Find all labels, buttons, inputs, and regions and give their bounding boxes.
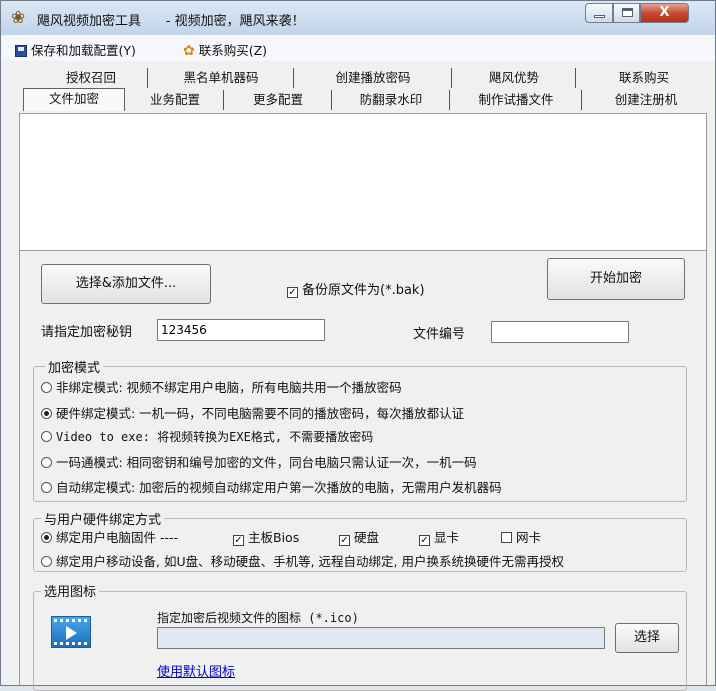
bind-mobile-radio[interactable] [41,556,52,567]
key-input[interactable] [157,319,325,341]
tab-create-keygen[interactable]: 创建注册机 [581,90,710,110]
minimize-icon [594,15,605,18]
gpu-label: 显卡 [434,530,460,545]
check-nic[interactable]: 网卡 [501,527,541,546]
bind-firmware-radio[interactable] [41,532,52,543]
main-window: ❀ 飓风视频加密工具 - 视频加密，飓风来袭！ X 保存和加载配置(Y) ✿ 联系… [0,0,716,691]
check-bios[interactable]: ✓ 主板Bios [233,527,299,546]
tab-file-encrypt[interactable]: 文件加密 [23,88,125,111]
bind-mobile-label: 绑定用户移动设备, 如U盘、移动硬盘、手机等, 远程自动绑定, 用户换系统换硬件… [56,554,564,569]
close-button[interactable]: X [640,3,689,23]
mode-radio-1[interactable] [41,408,52,419]
check-disk[interactable]: ✓ 硬盘 [339,527,379,546]
mode-option-video-to-exe[interactable]: Video to exe: 将视频转换为EXE格式, 不需要播放密码 [41,428,373,445]
backup-label: 备份原文件为(*.bak) [302,283,425,298]
tab-blacklist[interactable]: 黑名单机器码 [147,68,294,88]
mode-label-3: 一码通模式: 相同密钥和编号加密的文件，同台电脑只需认证一次，一机一码 [56,455,477,470]
mode-radio-4[interactable] [41,482,52,493]
tab-more-config[interactable]: 更多配置 [223,90,332,110]
tab-strip: 授权召回 黑名单机器码 创建播放密码 飓风优势 联系购买 文件加密 业务配置 更… [1,61,715,111]
menu-save-load-label: 保存和加载配置(Y) [31,43,136,58]
app-icon: ❀ [11,8,26,28]
tab-watermark[interactable]: 防翻录水印 [331,90,450,110]
icon-prompt: 指定加密后视频文件的图标 (*.ico) [157,611,359,625]
play-icon [66,626,77,640]
backup-option[interactable]: ✓ 备份原文件为(*.bak) [287,279,425,298]
gear-icon: ✿ [183,43,195,59]
app-title: 飓风视频加密工具 [37,14,142,29]
icon-path-input[interactable] [157,627,605,649]
mode-option-hardware[interactable]: 硬件绑定模式: 一机一码，不同电脑需要不同的播放密码，每次播放都认证 [41,403,464,422]
file-list[interactable] [19,113,707,251]
mode-radio-2[interactable] [41,431,52,442]
tab-contact-buy[interactable]: 联系购买 [575,68,712,88]
nic-label: 网卡 [516,530,542,545]
start-encrypt-button[interactable]: 开始加密 [547,258,685,300]
file-no-label: 文件编号 [413,327,466,342]
menu-contact-buy-label: 联系购买(Z) [198,43,268,58]
gpu-checkbox[interactable]: ✓ [419,535,430,546]
mode-option-one-code[interactable]: 一码通模式: 相同密钥和编号加密的文件，同台电脑只需认证一次，一机一码 [41,452,477,471]
bind-firmware-option[interactable]: 绑定用户电脑固件 ---- [41,527,178,546]
hardware-binding-title: 与用户硬件绑定方式 [41,509,165,528]
mode-label-1: 硬件绑定模式: 一机一码，不同电脑需要不同的播放密码，每次播放都认证 [56,406,465,421]
title-bar[interactable]: ❀ 飓风视频加密工具 - 视频加密，飓风来袭！ X [1,1,715,36]
menu-bar: 保存和加载配置(Y) ✿ 联系购买(Z) [1,35,715,61]
file-no-input[interactable] [491,321,629,343]
tab-auth-recall[interactable]: 授权召回 [31,68,151,88]
mode-label-2: Video to exe: 将视频转换为EXE格式, 不需要播放密码 [56,430,374,444]
video-file-icon [51,616,91,648]
icon-group-title: 选用图标 [41,581,100,600]
mode-option-unbound[interactable]: 非绑定模式: 视频不绑定用户电脑，所有电脑共用一个播放密码 [41,377,402,396]
mode-radio-0[interactable] [41,382,52,393]
save-icon [15,45,27,57]
check-gpu[interactable]: ✓ 显卡 [419,527,459,546]
minimize-button[interactable] [585,3,613,23]
tab-trial-file[interactable]: 制作试播文件 [449,90,582,110]
tab-business-config[interactable]: 业务配置 [127,90,223,110]
mode-label-0: 非绑定模式: 视频不绑定用户电脑，所有电脑共用一个播放密码 [56,380,402,395]
tab-create-password[interactable]: 创建播放密码 [293,68,452,88]
bios-checkbox[interactable]: ✓ [233,535,244,546]
backup-checkbox[interactable]: ✓ [287,287,298,298]
choose-icon-button[interactable]: 选择 [615,623,679,653]
encrypt-mode-title: 加密模式 [45,357,104,376]
mode-radio-3[interactable] [41,457,52,468]
nic-checkbox[interactable] [501,532,512,543]
disk-checkbox[interactable]: ✓ [339,535,350,546]
bind-mobile-option[interactable]: 绑定用户移动设备, 如U盘、移动硬盘、手机等, 远程自动绑定, 用户换系统换硬件… [41,551,564,570]
menu-contact-buy[interactable]: ✿ 联系购买(Z) [183,40,267,59]
app-subtitle: - 视频加密，飓风来袭！ [165,14,305,29]
select-add-files-button[interactable]: 选择&添加文件... [41,264,211,304]
bios-label: 主板Bios [248,530,300,545]
close-icon: X [659,5,670,20]
disk-label: 硬盘 [354,530,380,545]
mode-label-4: 自动绑定模式: 加密后的视频自动绑定用户第一次播放的电脑，无需用户发机器码 [56,480,502,495]
tab-advantages[interactable]: 飓风优势 [451,68,576,88]
use-default-icon-link[interactable]: 使用默认图标 [157,661,235,680]
bind-firmware-label: 绑定用户电脑固件 ---- [56,530,179,545]
mode-option-auto-bind[interactable]: 自动绑定模式: 加密后的视频自动绑定用户第一次播放的电脑，无需用户发机器码 [41,477,502,496]
key-label: 请指定加密秘钥 [41,325,133,340]
menu-save-load[interactable]: 保存和加载配置(Y) [15,40,136,59]
maximize-button[interactable] [613,3,640,23]
maximize-icon [622,8,633,17]
